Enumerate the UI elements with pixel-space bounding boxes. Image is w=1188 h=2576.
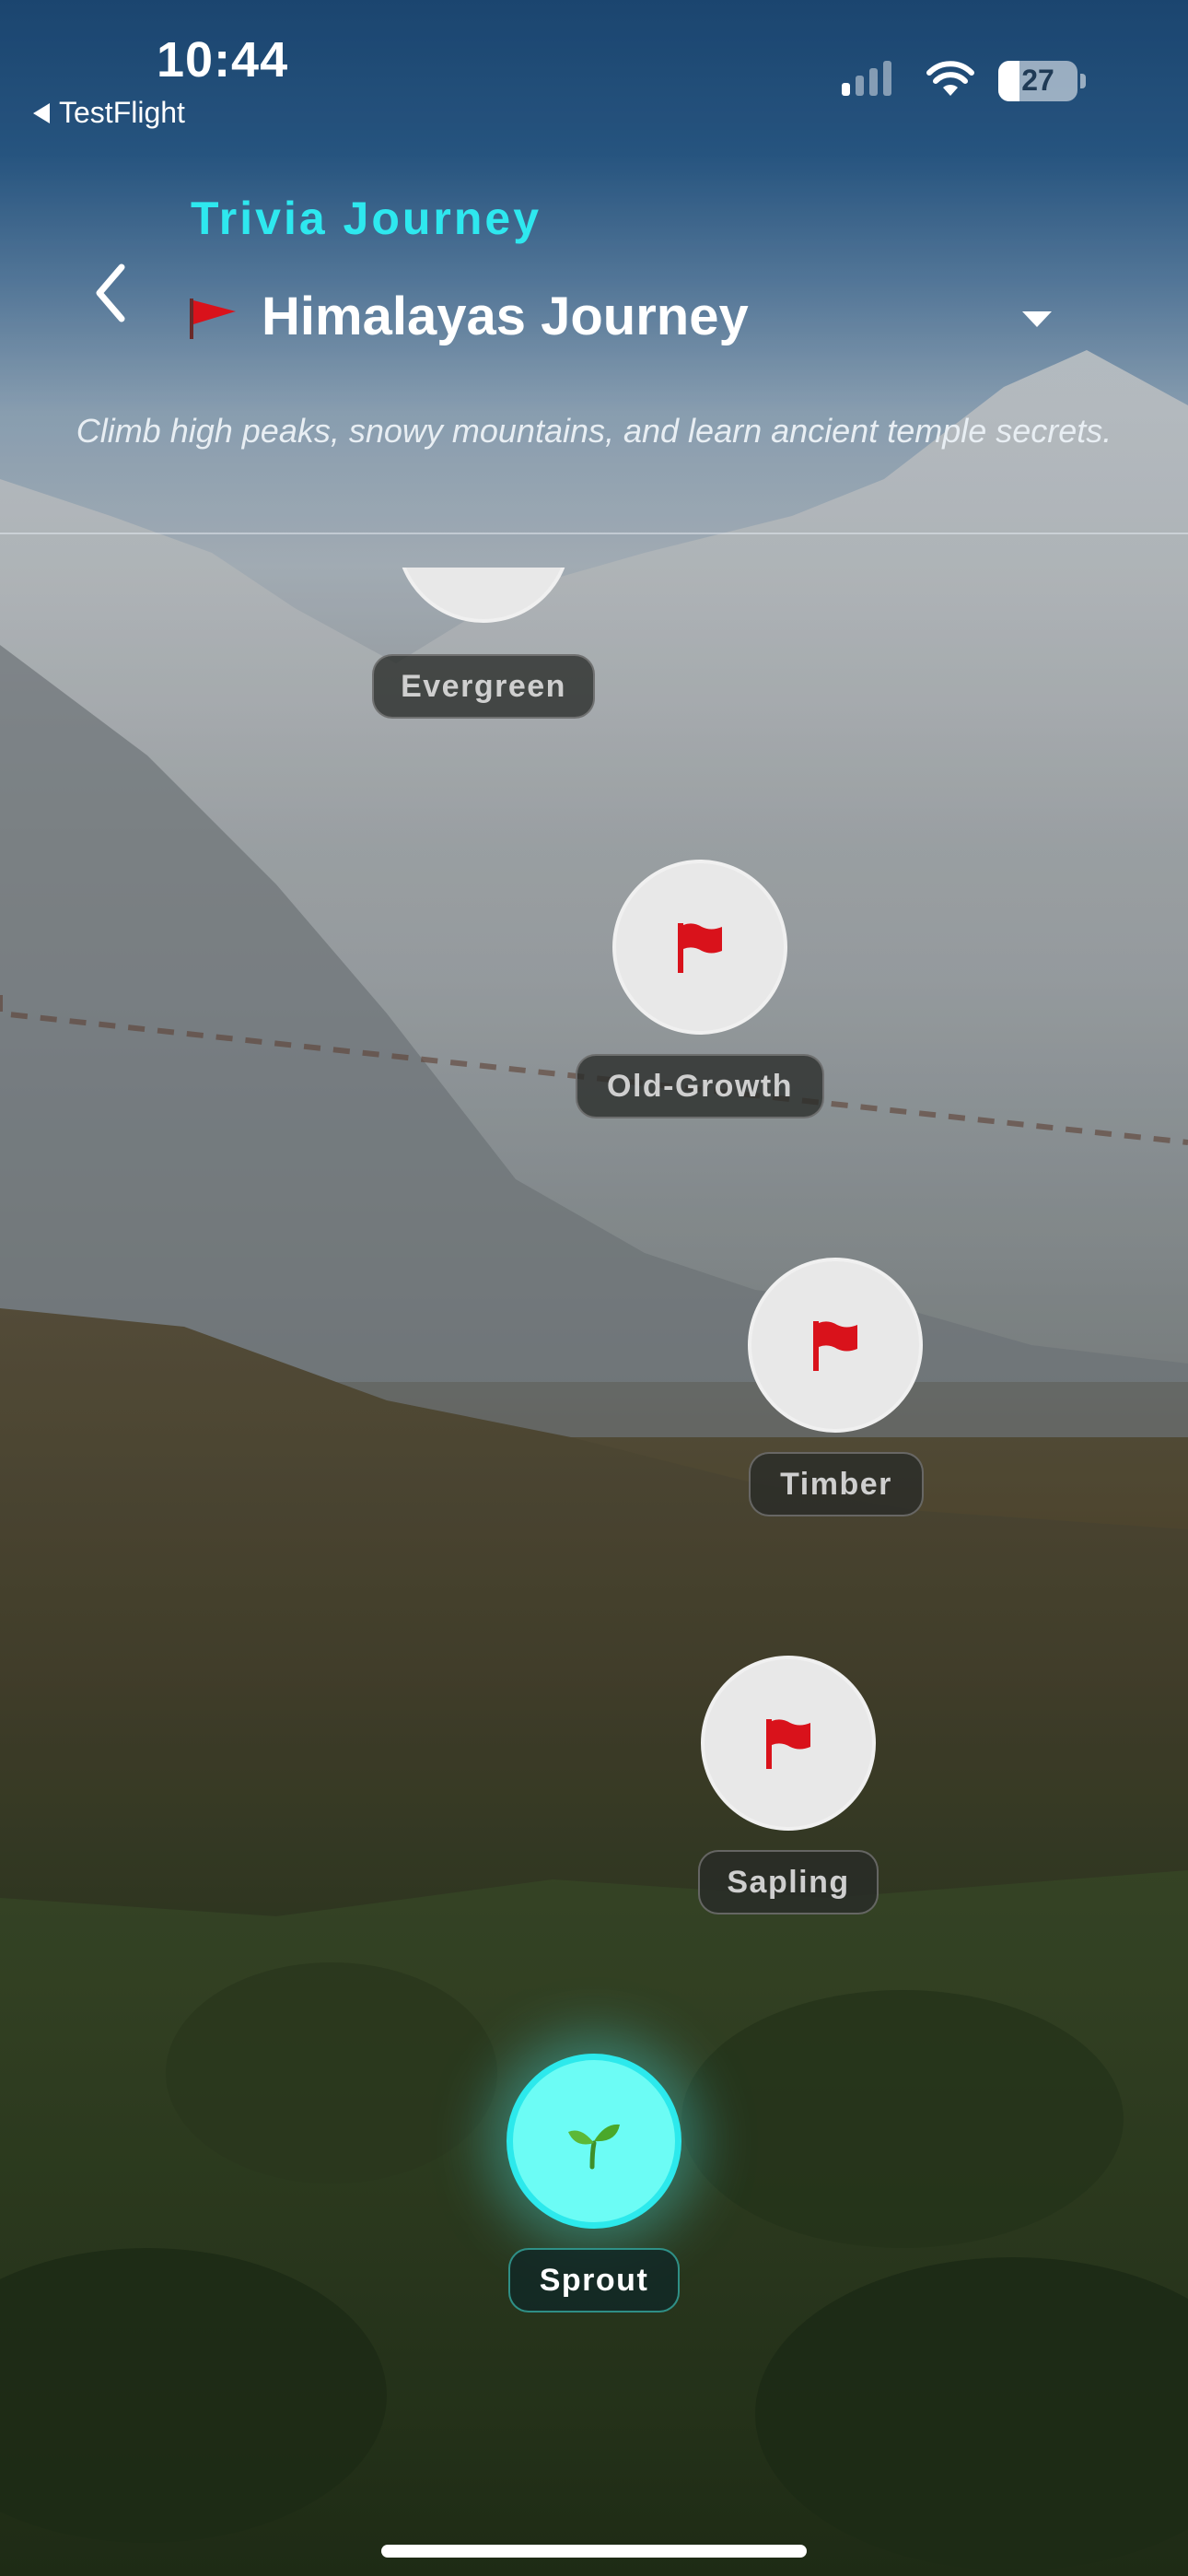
dropdown-caret-icon bbox=[1022, 311, 1052, 327]
flag-icon bbox=[678, 923, 722, 973]
header-divider bbox=[0, 533, 1188, 534]
level-node-old-growth[interactable] bbox=[612, 860, 787, 1035]
back-app-label: TestFlight bbox=[59, 96, 185, 129]
level-label-sprout: Sprout bbox=[508, 2248, 680, 2313]
battery-nub bbox=[1080, 74, 1086, 88]
journey-header: Trivia Journey Himalayas Journey Climb h… bbox=[0, 138, 1188, 533]
flag-icon bbox=[813, 1321, 857, 1371]
back-triangle-icon bbox=[33, 102, 50, 123]
back-chevron-icon[interactable] bbox=[88, 256, 133, 330]
level-node-timber[interactable] bbox=[748, 1258, 923, 1433]
level-label-old-growth: Old-Growth bbox=[576, 1054, 824, 1118]
flag-icon bbox=[766, 1719, 810, 1769]
clock: 10:44 bbox=[157, 32, 289, 88]
home-indicator[interactable] bbox=[381, 2545, 807, 2558]
wifi-icon bbox=[926, 61, 974, 96]
journey-selector[interactable]: Himalayas Journey bbox=[184, 267, 1059, 369]
status-bar: 10:44 TestFlight 27 bbox=[0, 0, 1188, 138]
screen-title: Trivia Journey bbox=[191, 193, 542, 244]
level-node-evergreen[interactable] bbox=[396, 568, 571, 623]
journey-name: Himalayas Journey bbox=[262, 287, 749, 346]
app-screen: 10:44 TestFlight 27 Trivia Journey Himal… bbox=[0, 0, 1188, 2576]
battery-icon: 27 bbox=[998, 61, 1077, 101]
back-to-app-link[interactable]: TestFlight bbox=[33, 96, 185, 130]
journey-path: Evergreen Old-Growth Timber Sapling Spro… bbox=[0, 568, 1188, 2539]
level-label-timber: Timber bbox=[749, 1452, 924, 1516]
seedling-icon bbox=[568, 2124, 620, 2170]
battery-level: 27 bbox=[1021, 64, 1054, 97]
level-node-sapling[interactable] bbox=[701, 1656, 876, 1831]
cellular-signal-icon bbox=[842, 61, 891, 96]
level-node-sprout[interactable] bbox=[507, 2054, 681, 2229]
level-label-sapling: Sapling bbox=[698, 1850, 879, 1914]
journey-description: Climb high peaks, snowy mountains, and l… bbox=[76, 412, 1112, 450]
level-label-evergreen: Evergreen bbox=[372, 654, 595, 719]
red-flag-icon bbox=[190, 299, 236, 339]
